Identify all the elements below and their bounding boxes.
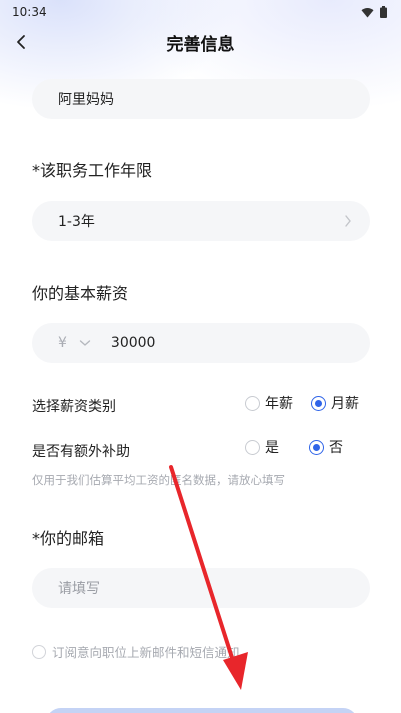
company-field[interactable]: 阿里妈妈	[32, 79, 370, 119]
submit-button[interactable]	[46, 708, 358, 713]
salary-field[interactable]: ¥ 30000	[32, 323, 370, 363]
chevron-left-icon	[17, 35, 25, 49]
status-bar: 10:34	[0, 0, 401, 24]
radio-label: 月薪	[331, 396, 359, 412]
radio-no[interactable]: 否	[309, 437, 343, 457]
radio-annual[interactable]: 年薪	[245, 393, 293, 413]
battery-icon	[380, 6, 387, 18]
work-years-label: *该职务工作年限	[32, 161, 153, 180]
salary-type-label: 选择薪资类别	[32, 399, 116, 415]
radio-circle-selected	[311, 395, 326, 411]
header: 完善信息	[0, 24, 401, 60]
email-placeholder: 请填写	[58, 581, 100, 597]
chevron-down-icon[interactable]	[79, 339, 91, 347]
wifi-icon	[361, 7, 374, 17]
radio-circle	[245, 395, 260, 411]
subscribe-checkbox[interactable]	[32, 644, 46, 659]
salary-label: 你的基本薪资	[32, 284, 129, 303]
radio-label: 是	[265, 440, 279, 456]
radio-monthly[interactable]: 月薪	[311, 393, 359, 413]
radio-circle	[245, 439, 260, 455]
salary-value: 30000	[110, 335, 156, 351]
work-years-select[interactable]: 1-3年	[32, 201, 370, 241]
status-icons	[361, 6, 387, 18]
email-label: *你的邮箱	[32, 529, 105, 548]
page-title: 完善信息	[166, 34, 235, 55]
chevron-right-icon	[345, 215, 351, 227]
currency-symbol[interactable]: ¥	[58, 335, 67, 351]
radio-label: 年薪	[265, 396, 293, 412]
subscribe-row[interactable]: 订阅意向职位上新邮件和短信通知	[32, 642, 240, 661]
radio-circle-selected	[309, 439, 324, 455]
subscribe-label: 订阅意向职位上新邮件和短信通知	[52, 645, 240, 660]
radio-yes[interactable]: 是	[245, 437, 279, 457]
subsidy-label: 是否有额外补助	[32, 444, 130, 460]
work-years-value: 1-3年	[58, 214, 95, 230]
status-time: 10:34	[12, 5, 47, 19]
radio-label: 否	[329, 440, 343, 456]
email-field[interactable]: 请填写	[32, 568, 370, 608]
back-button[interactable]	[8, 28, 34, 56]
salary-type-options: 年薪 月薪	[245, 393, 359, 413]
privacy-hint: 仅用于我们估算平均工资的匿名数据，请放心填写	[32, 473, 285, 487]
company-value: 阿里妈妈	[58, 92, 114, 108]
subsidy-options: 是 否	[245, 437, 343, 457]
